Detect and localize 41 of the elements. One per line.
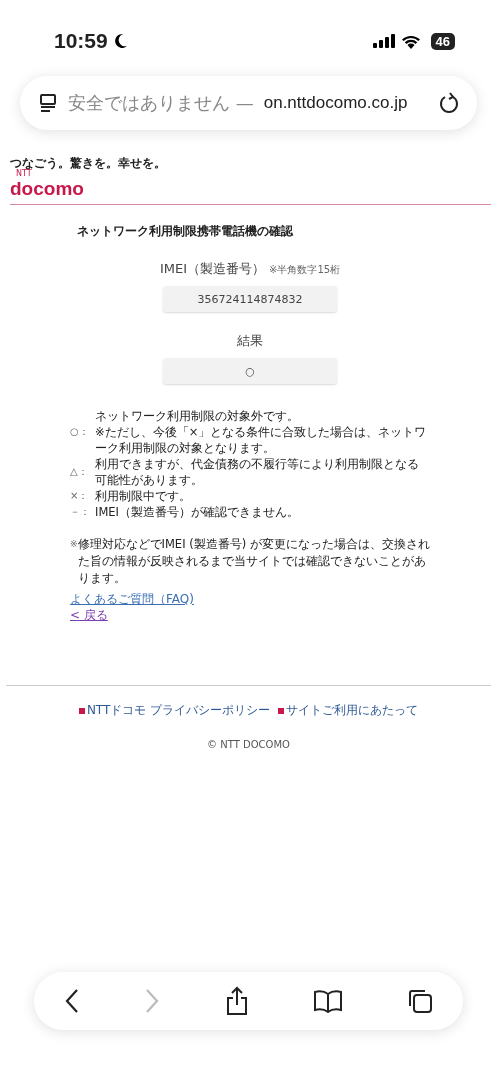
footer-link[interactable]: NTTドコモ プライバシーポリシー — [86, 702, 271, 719]
legend-text: 利用制限中です。 — [95, 488, 191, 504]
square-bullet-icon — [78, 707, 85, 714]
logo-ntt: NTT — [16, 170, 32, 178]
notice-text: 修理対応などでIMEI (製造番号) が変更になった場合は、交換された旨の情報が反映されるまで当サイトでは確認できないことがあります。 — [77, 536, 430, 587]
footer-link[interactable]: サイトご利用にあたって — [286, 702, 419, 719]
imei-label: IMEI（製造番号） — [159, 260, 265, 278]
back-icon[interactable] — [64, 988, 80, 1014]
wifi-icon — [400, 33, 421, 49]
page-title: ネットワーク利用制限携帯電話機の確認 — [77, 223, 294, 240]
result-field: ○ — [163, 358, 337, 384]
address-bar[interactable]: 安全ではありません — on.nttdocomo.co.jp — [20, 76, 477, 130]
imei-field[interactable]: 356724114874832 — [163, 286, 337, 312]
square-bullet-icon — [278, 707, 285, 714]
legend-symbol: －： — [70, 505, 91, 519]
text-link[interactable]: よくあるご質問（FAQ) — [70, 591, 194, 607]
battery-indicator: 46 — [430, 32, 455, 50]
logo-tagline: つなごう。驚きを。幸せを。 — [10, 156, 167, 170]
share-icon[interactable] — [224, 986, 249, 1016]
status-time: 10:59 — [54, 29, 108, 53]
copyright: © NTT DOCOMO — [206, 739, 291, 750]
notice-mark: ※ — [70, 539, 78, 549]
url-text: on.nttdocomo.co.jp — [263, 93, 409, 113]
book-icon[interactable] — [312, 989, 343, 1013]
result-label: 結果 — [237, 332, 263, 350]
page-menu-icon[interactable] — [38, 93, 58, 113]
docomo-logo: docomo — [10, 178, 84, 200]
legend-text: 利用できますが、代金債務の不履行等により利用制限となる可能性があります。 — [95, 456, 420, 488]
reload-icon[interactable] — [439, 92, 459, 114]
legend-symbol: ○： — [70, 425, 90, 439]
legend-symbol: △： — [70, 465, 89, 479]
legend-text: IMEI（製造番号）が確認できません。 — [95, 504, 299, 520]
tabs-icon[interactable] — [407, 988, 433, 1014]
legend-note: ※ただし、今後「×」となる条件に合致した場合は、ネットワーク利用制限の対象となります。 — [95, 424, 428, 456]
legend-symbol: ×： — [70, 489, 90, 503]
imei-hint: ※半角数字15桁 — [269, 263, 341, 277]
legend-text: ネットワーク利用制限の対象外です。 — [95, 408, 300, 424]
text-link[interactable]: < 戻る — [70, 607, 108, 623]
signal-icon — [372, 34, 395, 48]
security-warning: 安全ではありません — — [68, 91, 254, 115]
moon-icon — [113, 33, 128, 49]
